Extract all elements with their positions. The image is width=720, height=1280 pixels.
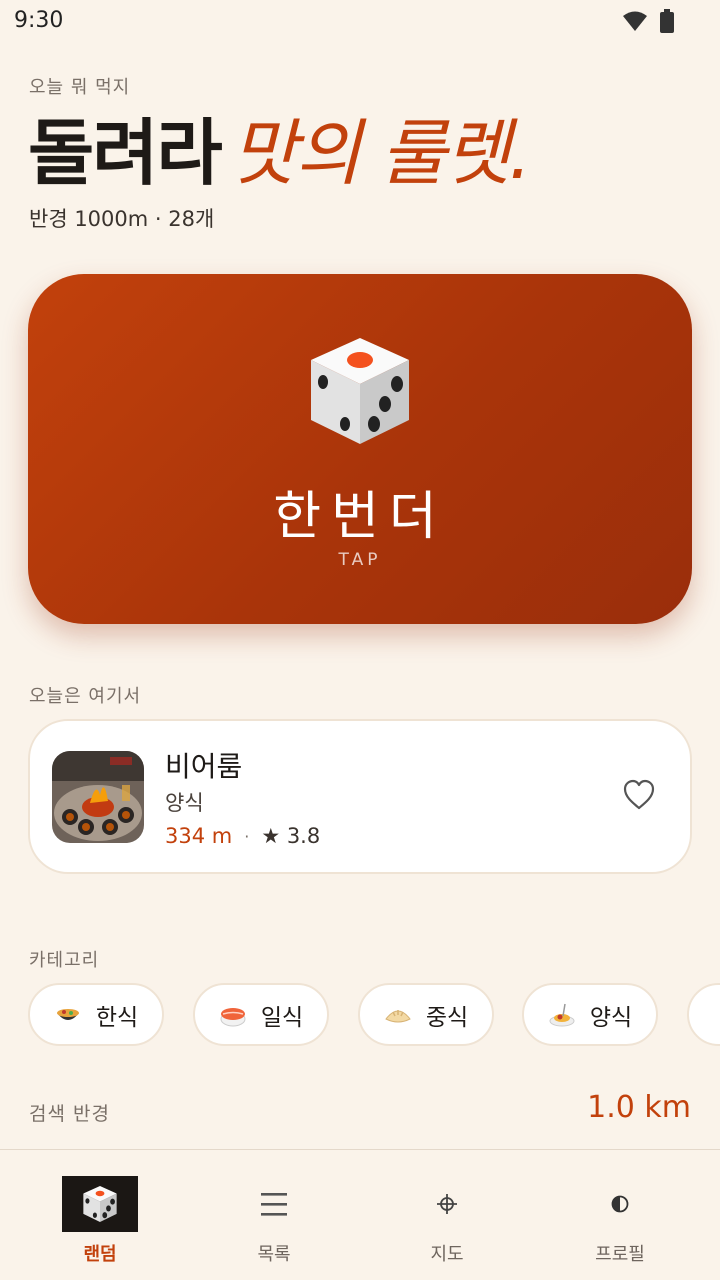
heart-outline-icon[interactable] bbox=[622, 779, 656, 811]
nav-item-random[interactable]: 랜덤 bbox=[13, 1150, 187, 1280]
dumpling-icon bbox=[384, 1001, 412, 1029]
crosshair-icon bbox=[437, 1194, 457, 1214]
category-label: 중식 bbox=[425, 1004, 469, 1031]
restaurant-distance: 334 m bbox=[165, 824, 233, 848]
wifi-icon bbox=[623, 11, 647, 31]
battery-icon bbox=[660, 9, 674, 33]
nav-label-random: 랜덤 bbox=[83, 1244, 117, 1265]
half-circle-icon bbox=[611, 1195, 629, 1213]
search-radius-value[interactable]: 1.0 km bbox=[587, 1090, 691, 1125]
restaurant-name: 비어룸 bbox=[165, 750, 243, 783]
restaurant-thumbnail bbox=[52, 751, 144, 843]
category-section-label: 카테고리 bbox=[29, 950, 100, 971]
today-pick-section-label: 오늘은 여기서 bbox=[29, 686, 142, 707]
meta-separator: · bbox=[244, 826, 250, 846]
radius-summary: 반경 1000m · 28개 bbox=[29, 207, 215, 231]
category-chip-row: 한식 일식 중식 양식 bbox=[28, 983, 720, 1047]
nav-label-map: 지도 bbox=[430, 1244, 464, 1265]
nav-label-profile: 프로필 bbox=[595, 1244, 645, 1265]
header-eyebrow: 오늘 뭐 먹지 bbox=[29, 77, 131, 98]
restaurant-rating: ★ 3.8 bbox=[261, 824, 321, 848]
stew-pot-icon bbox=[54, 1001, 82, 1029]
sushi-icon bbox=[219, 1001, 247, 1029]
roll-again-label: 한번더 bbox=[273, 487, 447, 547]
nav-item-profile[interactable]: 프로필 bbox=[533, 1150, 707, 1280]
nav-icon-container bbox=[236, 1176, 312, 1232]
nav-label-list: 목록 bbox=[257, 1244, 291, 1265]
page-title: 돌려라 맛의 룰렛. bbox=[28, 108, 532, 198]
restaurant-card[interactable]: 비어룸 양식 334 m · ★ 3.8 bbox=[28, 719, 692, 874]
nav-item-map[interactable]: 지도 bbox=[360, 1150, 534, 1280]
title-main: 돌려라 bbox=[28, 111, 223, 195]
spaghetti-icon bbox=[548, 1001, 576, 1029]
category-chip-western[interactable]: 양식 bbox=[522, 983, 658, 1046]
nav-icon-container bbox=[582, 1176, 658, 1232]
category-label: 한식 bbox=[95, 1004, 139, 1031]
bottom-nav: 랜덤 목록 지도 프로필 bbox=[0, 1149, 720, 1280]
category-chip-korean[interactable]: 한식 bbox=[28, 983, 164, 1046]
nav-active-indicator bbox=[62, 1176, 138, 1232]
category-chip-chinese[interactable]: 중식 bbox=[358, 983, 494, 1046]
dice-icon bbox=[311, 338, 409, 444]
status-time: 9:30 bbox=[14, 8, 64, 33]
status-icons bbox=[622, 9, 674, 33]
restaurant-meta: 334 m · ★ 3.8 bbox=[165, 824, 320, 848]
search-radius-label: 검색 반경 bbox=[29, 1103, 110, 1125]
status-bar: 9:30 bbox=[0, 0, 720, 44]
nav-icon-container bbox=[409, 1176, 485, 1232]
list-icon bbox=[261, 1193, 287, 1216]
tap-hint: TAP bbox=[338, 550, 382, 570]
category-label: 일식 bbox=[260, 1004, 304, 1031]
title-accent: 맛의 룰렛. bbox=[230, 111, 532, 195]
roll-again-button[interactable]: 한번더 TAP bbox=[28, 274, 692, 624]
dice-icon bbox=[83, 1186, 117, 1222]
category-label: 양식 bbox=[589, 1004, 633, 1031]
category-chip-japanese[interactable]: 일식 bbox=[193, 983, 329, 1046]
nav-item-list[interactable]: 목록 bbox=[187, 1150, 361, 1280]
category-chip-more[interactable] bbox=[687, 983, 720, 1046]
restaurant-category: 양식 bbox=[165, 791, 204, 815]
